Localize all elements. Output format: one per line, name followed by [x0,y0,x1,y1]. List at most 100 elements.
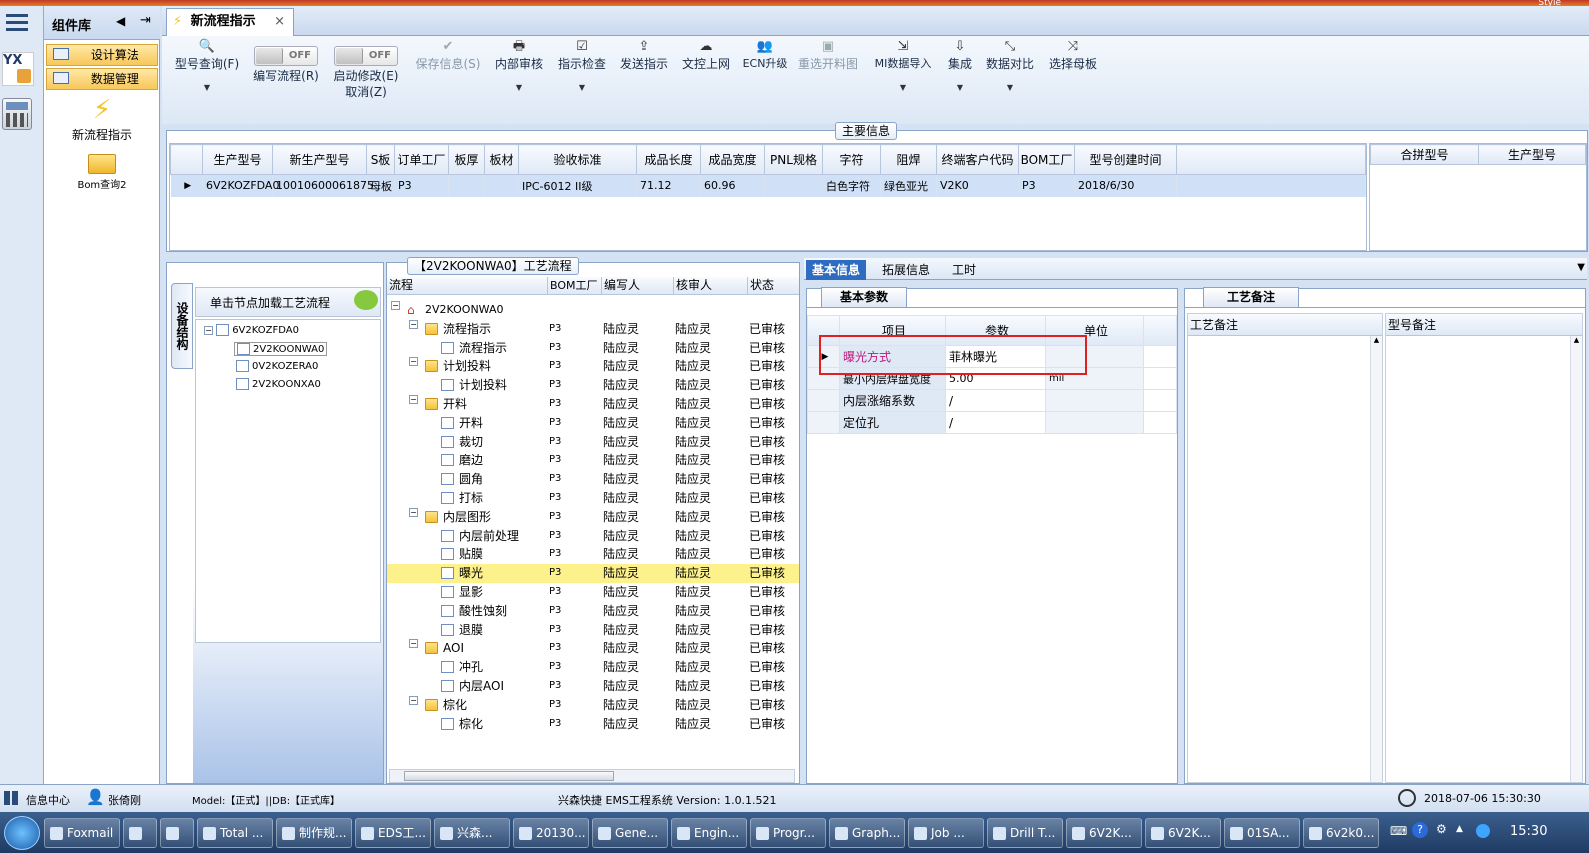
table-cell[interactable]: P3 [394,174,449,197]
table-row[interactable]: 定位孔 / [807,411,1177,434]
process-row[interactable]: 退膜 P3 陆应灵 陆应灵 已审核 [387,621,799,640]
process-row[interactable]: 显影 P3 陆应灵 陆应灵 已审核 [387,583,799,602]
chevron-down-icon[interactable]: ▼ [552,82,612,94]
table-cell[interactable]: 6V2KOZFDA0 [202,174,279,197]
tree-node[interactable]: 0V2KOZERA0 [236,360,318,372]
cancel-label[interactable]: 取消(Z) [328,84,404,100]
app-logo-icon[interactable]: YX [2,52,34,86]
taskbar-item[interactable]: Total ... [197,818,273,848]
basic-params-tab[interactable]: 基本参数 [821,287,907,307]
table-cell[interactable]: 10010600061875 [272,174,374,197]
process-row[interactable]: − 流程指示 P3 陆应灵 陆应灵 已审核 [387,319,799,339]
column-header[interactable]: 阻焊 [880,144,937,175]
column-header[interactable]: 终端客户代码 [936,144,1019,175]
process-row[interactable]: 圆角 P3 陆应灵 陆应灵 已审核 [387,470,799,489]
taskbar-item[interactable]: Foxmail [44,818,120,848]
integrate-button[interactable]: ⇩ 集成 ▼ [942,38,978,114]
calculator-icon[interactable] [2,98,32,130]
process-row[interactable]: 内层AOI P3 陆应灵 陆应灵 已审核 [387,677,799,696]
save-info-button[interactable]: ✔ 保存信息(S) [412,38,484,114]
data-compare-button[interactable]: ⤡ 数据对比 ▼ [982,38,1038,114]
column-header[interactable]: S板 [366,144,395,175]
tab-device-structure[interactable]: 设备结构 [171,283,193,369]
horizontal-scrollbar[interactable] [389,769,795,783]
help-icon[interactable]: ? [1412,822,1428,838]
table-cell[interactable]: 绿色亚光 [880,174,937,197]
doc-upload-button[interactable]: ☁ 文控上网 [676,38,736,114]
toggle-switch[interactable]: OFF [254,46,318,66]
chevron-down-icon[interactable]: ▼ [170,82,244,94]
taskbar-item[interactable]: Graph... [829,818,905,848]
table-row[interactable]: ▶ 6V2KOZFDA0 10010600061875 母板 P3 IPC-6012 II… [170,174,1366,197]
process-row[interactable]: 流程指示 P3 陆应灵 陆应灵 已审核 [387,339,799,358]
taskbar-item[interactable]: 制作规... [276,818,352,848]
column-header[interactable]: 生产型号 [1478,144,1586,165]
taskbar-item[interactable]: 6v2k0... [1303,818,1379,848]
column-header[interactable]: 型号创建时间 [1074,144,1177,175]
table-cell[interactable]: IPC-6012 II级 [518,174,637,197]
taskbar-item[interactable]: Engin... [671,818,747,848]
directive-check-button[interactable]: ☑ 指示检查 ▼ [552,38,612,114]
process-row-selected[interactable]: 曝光 P3 陆应灵 陆应灵 已审核 [387,564,799,583]
column-header[interactable]: PNL规格 [764,144,823,175]
table-cell[interactable]: 71.12 [636,174,701,197]
network-icon[interactable] [1476,824,1490,838]
send-directive-button[interactable]: ⇪ 发送指示 [614,38,674,114]
process-row[interactable]: 计划投料 P3 陆应灵 陆应灵 已审核 [387,376,799,395]
start-button[interactable] [4,816,40,850]
mi-import-button[interactable]: ⇲ MI数据导入 ▼ [866,38,940,114]
chevron-up-icon[interactable]: ▲ [1456,824,1463,834]
craft-notes-tab[interactable]: 工艺备注 [1203,287,1299,307]
column-header[interactable]: 新生产型号 [272,144,367,175]
toggle-switch[interactable]: OFF [334,46,398,66]
chevron-down-icon[interactable]: ▼ [488,82,550,94]
process-row[interactable]: − AOI P3 陆应灵 陆应灵 已审核 [387,639,799,658]
dropdown-arrow-icon[interactable]: ▼ [1577,262,1585,273]
keyboard-icon[interactable]: ⌨ [1390,824,1407,838]
column-header[interactable]: BOM工厂 [547,277,598,294]
column-header[interactable]: 状态 [747,277,774,294]
internal-review-button[interactable]: 🖶 内部审核 ▼ [488,38,550,114]
column-header[interactable]: 板厚 [448,144,485,175]
model-note-box[interactable]: 型号备注 ▲ [1385,313,1583,783]
process-row[interactable]: 开料 P3 陆应灵 陆应灵 已审核 [387,414,799,433]
collapse-icon[interactable]: − [204,325,213,335]
menu-icon[interactable] [6,14,28,32]
process-row[interactable]: 打标 P3 陆应灵 陆应灵 已审核 [387,489,799,508]
taskbar-item[interactable]: Progr... [750,818,826,848]
table-cell[interactable]: P3 [1018,174,1075,197]
tab-new-flow-directive[interactable]: ⚡ 新流程指示 × [166,8,294,36]
tree-node-selected[interactable]: 2V2KOONWA0 [234,342,328,356]
table-cell[interactable]: 白色字符 [822,174,881,197]
table-cell[interactable] [764,174,823,197]
taskbar-item[interactable]: 6V2K... [1066,818,1142,848]
column-header[interactable]: 板材 [484,144,519,175]
settings-icon[interactable]: ⚙ [1436,822,1447,836]
reselect-cut-button[interactable]: ▣ 重选开料图 [796,38,860,114]
column-header[interactable]: 字符 [822,144,881,175]
ecn-upgrade-button[interactable]: 👥 ECN升级 [738,38,792,114]
column-header[interactable]: 订单工厂 [394,144,449,175]
process-row[interactable]: 贴膜 P3 陆应灵 陆应灵 已审核 [387,545,799,564]
process-row[interactable]: 酸性蚀刻 P3 陆应灵 陆应灵 已审核 [387,602,799,621]
table-cell[interactable] [484,174,519,197]
tree-root-node[interactable]: − 6V2KOZFDA0 [204,324,299,336]
tab-basic-info[interactable]: 基本信息 [806,260,867,280]
model-query-button[interactable]: 🔍 型号查询(F) ▼ [170,38,244,114]
process-row[interactable]: 冲孔 P3 陆应灵 陆应灵 已审核 [387,658,799,677]
item-new-flow-directive[interactable]: ⚡ 新流程指示 [44,94,160,142]
process-row[interactable]: − 棕化 P3 陆应灵 陆应灵 已审核 [387,695,799,715]
chevron-down-icon[interactable]: ▼ [982,82,1038,94]
tree-node[interactable]: 2V2KOONXA0 [236,378,321,390]
taskbar-item[interactable] [123,818,157,848]
item-bom-query[interactable]: Bom查询2 [44,150,160,194]
auto-modify-toggle[interactable]: OFF 启动修改(E) 取消(Z) [328,38,404,114]
column-header[interactable]: 核审人 [673,277,712,294]
table-cell[interactable]: V2K0 [936,174,1019,197]
taskbar-item[interactable]: Job ... [908,818,984,848]
pin-icon[interactable]: ⇥ [140,13,151,28]
taskbar-item[interactable]: 兴森... [434,818,510,848]
craft-note-box[interactable]: 工艺备注 ▲ [1187,313,1383,783]
collapse-left-icon[interactable]: ◀ [116,14,125,28]
menu-data-management[interactable]: 数据管理 [46,68,158,90]
